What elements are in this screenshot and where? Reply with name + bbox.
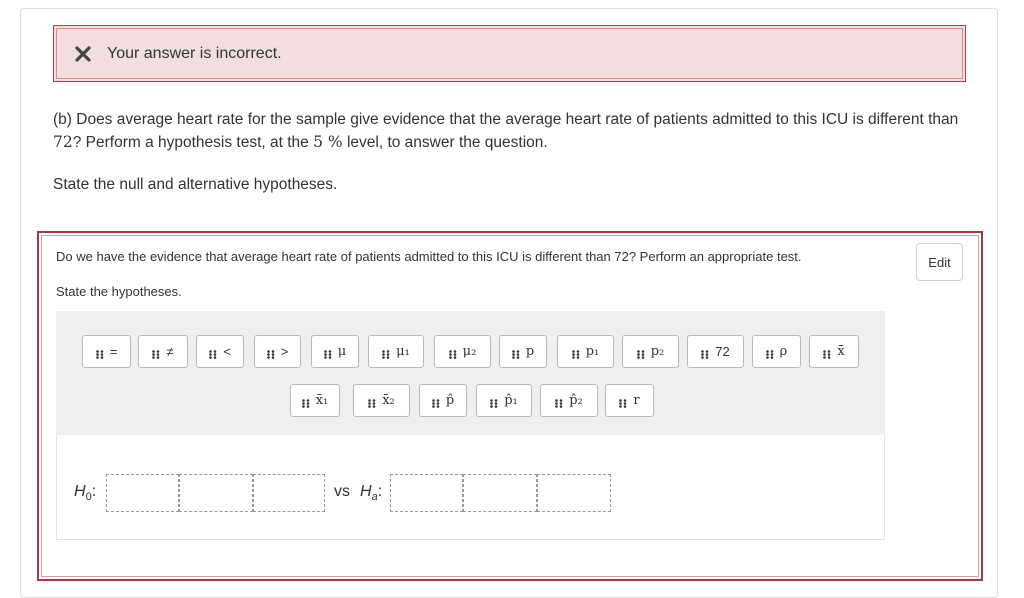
symbol-tile[interactable]: ρ [752, 335, 801, 368]
subquestion-text: Do we have the evidence that average hea… [56, 249, 802, 264]
symbol-tile[interactable]: = [82, 335, 131, 368]
edit-button[interactable]: Edit [916, 243, 963, 281]
symbol-label: p₁ [585, 344, 600, 359]
drag-grip-icon [701, 347, 709, 359]
drag-grip-icon [323, 347, 332, 359]
drag-grip-icon [619, 396, 627, 408]
symbol-label: > [280, 344, 289, 359]
drag-grip-icon [432, 396, 440, 408]
feedback-message: Your answer is incorrect. [107, 44, 282, 62]
drag-grip-icon [512, 347, 520, 359]
symbol-label: 72 [715, 344, 730, 359]
symbol-label: < [223, 344, 231, 359]
symbol-tile[interactable]: ≠ [138, 335, 188, 368]
symbol-tile[interactable]: μ₂ [434, 335, 491, 368]
drag-grip-icon [368, 396, 376, 408]
drag-grip-icon [571, 347, 580, 359]
alt-slot-1[interactable] [390, 474, 463, 512]
symbol-tile[interactable]: p [499, 335, 547, 368]
drag-grip-icon [765, 347, 774, 359]
symbol-label: = [109, 344, 118, 359]
drag-grip-icon [209, 347, 217, 359]
drag-grip-icon [448, 347, 457, 359]
symbol-tile[interactable]: r [605, 384, 654, 417]
drag-grip-icon [636, 347, 645, 359]
symbol-tile[interactable]: p̂₂ [540, 384, 598, 417]
alt-slot-2[interactable] [463, 474, 537, 512]
symbol-label: x̄₁ [315, 393, 329, 408]
null-slot-3[interactable] [253, 474, 325, 512]
subquestion-instruction: State the hypotheses. [56, 284, 182, 299]
symbol-label: μ₂ [462, 344, 477, 359]
symbol-tile[interactable]: μ₁ [368, 335, 424, 368]
symbol-label: p̂₁ [504, 393, 518, 408]
drag-grip-icon [95, 347, 104, 359]
drag-grip-icon [490, 396, 498, 408]
symbol-label: p̂ [445, 393, 455, 408]
symbol-label: p [525, 344, 535, 359]
symbol-label: μ₁ [396, 344, 410, 359]
symbol-tile[interactable]: μ [311, 335, 359, 368]
symbol-label: x̄₂ [382, 393, 395, 408]
feedback-alert: Your answer is incorrect. [53, 25, 966, 82]
symbol-tile[interactable]: x̄₁ [290, 384, 340, 417]
symbol-label: ρ [779, 344, 788, 359]
symbol-tile[interactable]: p₂ [622, 335, 679, 368]
drag-grip-icon [382, 347, 390, 359]
drag-grip-icon [152, 347, 160, 359]
symbol-tile[interactable]: > [254, 335, 301, 368]
symbol-tile[interactable]: p̂ [419, 384, 467, 417]
drag-grip-icon [266, 347, 275, 359]
symbol-label: ≠ [166, 344, 174, 359]
question-text: (b) Does average heart rate for the samp… [53, 111, 959, 151]
vs-label: vs [334, 483, 350, 500]
symbol-tile[interactable]: 72 [687, 335, 744, 368]
hypotheses-instruction: State the null and alternative hypothese… [53, 176, 338, 193]
symbol-tile[interactable]: x̄₂ [353, 384, 410, 417]
null-slot-1[interactable] [106, 474, 179, 512]
symbol-label: p₂ [650, 344, 665, 359]
drag-grip-icon [555, 396, 563, 408]
symbol-label: μ [337, 344, 347, 359]
symbol-tile[interactable]: p₁ [557, 335, 614, 368]
null-hypothesis-label: H0: [74, 483, 97, 504]
symbol-tile[interactable]: < [196, 335, 244, 368]
symbol-label: x̄ [837, 344, 845, 359]
null-slot-2[interactable] [179, 474, 253, 512]
symbol-tile[interactable]: x̄ [809, 335, 859, 368]
alt-slot-3[interactable] [537, 474, 611, 512]
drag-grip-icon [823, 347, 831, 359]
alt-hypothesis-label: Ha: [360, 483, 383, 504]
x-mark-icon [74, 45, 92, 63]
symbol-label: p̂₂ [569, 393, 583, 408]
symbol-palette [56, 311, 885, 435]
symbol-label: r [633, 393, 640, 408]
symbol-tile[interactable]: p̂₁ [476, 384, 532, 417]
drag-grip-icon [301, 396, 310, 408]
